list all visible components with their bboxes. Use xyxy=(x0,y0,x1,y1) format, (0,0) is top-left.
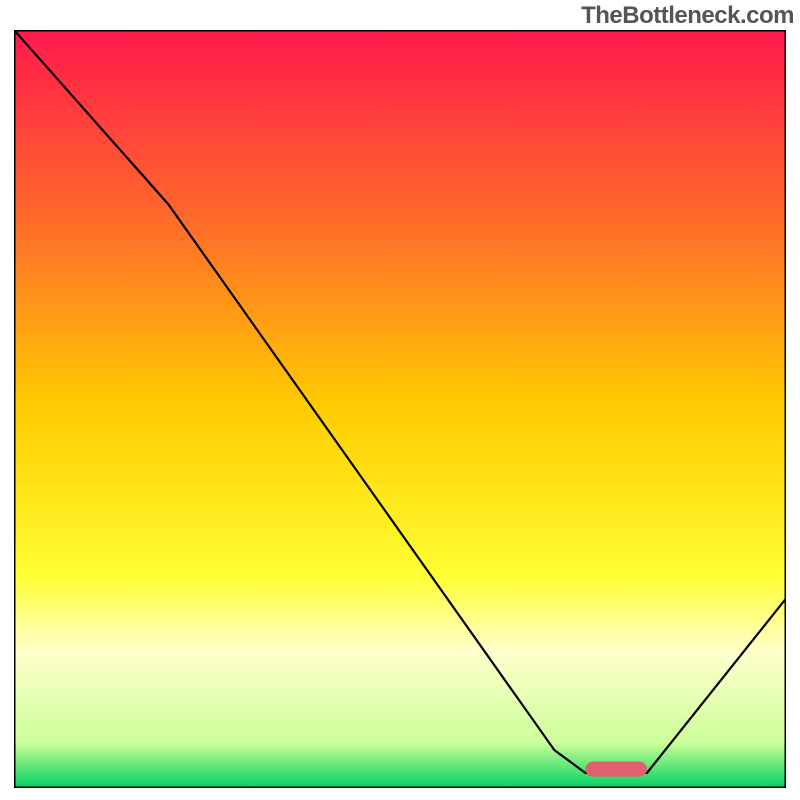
optimal-marker xyxy=(585,761,647,776)
watermark-text: TheBottleneck.com xyxy=(581,2,794,30)
gradient-background xyxy=(14,30,786,788)
chart-container: TheBottleneck.com xyxy=(0,0,800,800)
plot-area xyxy=(14,30,786,788)
chart-svg xyxy=(14,30,786,788)
